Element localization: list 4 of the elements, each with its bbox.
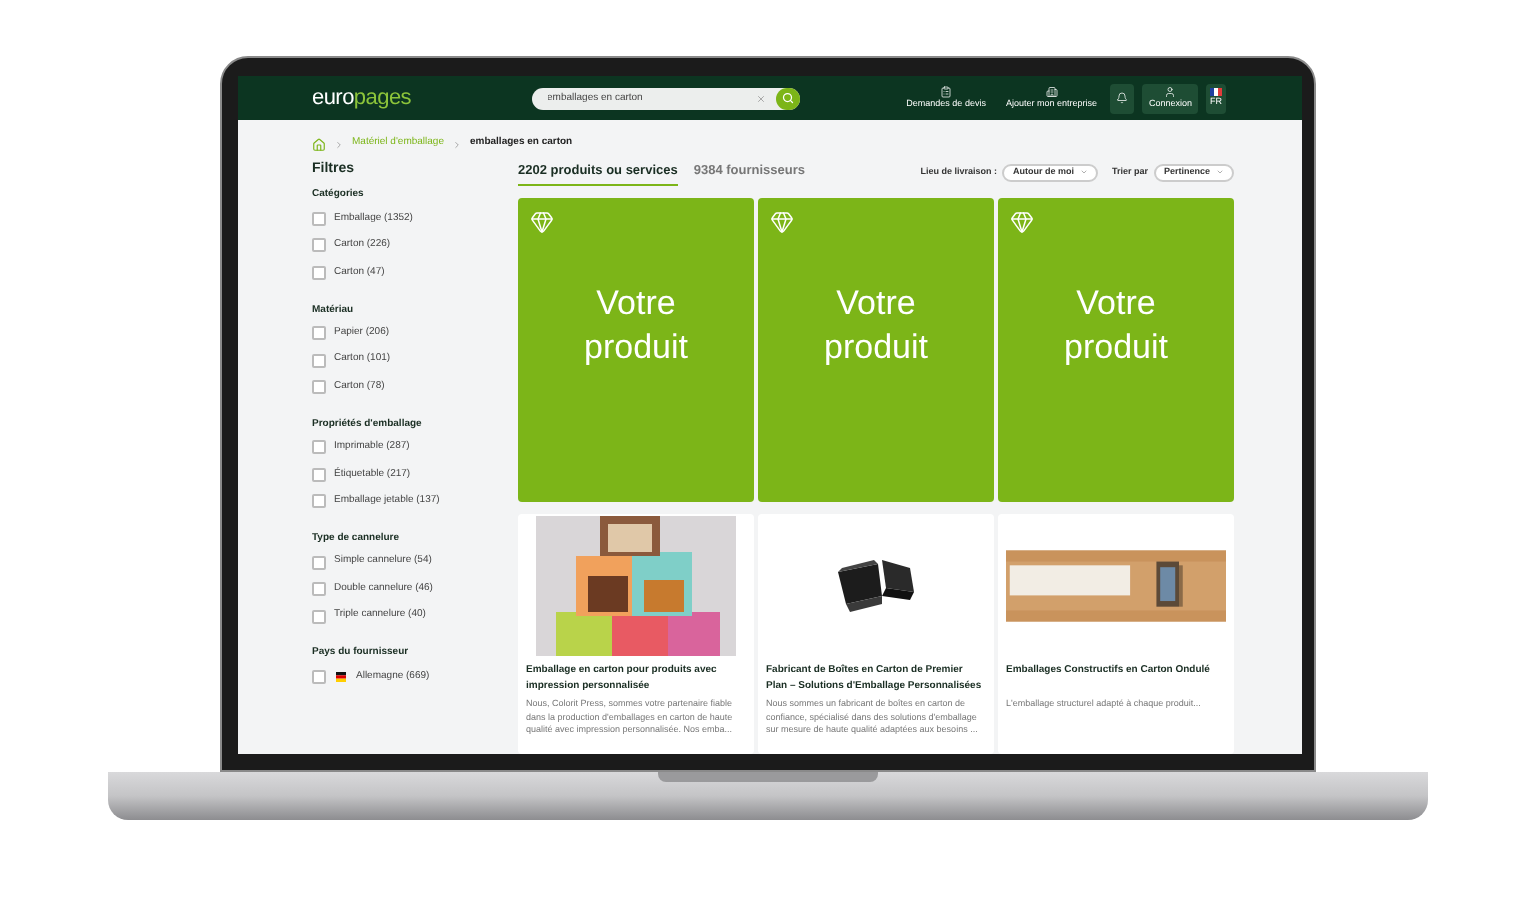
promo-text: Votre produit	[582, 282, 690, 370]
promo-text: Votre produit	[1062, 282, 1170, 370]
promo-text: Votre produit	[822, 282, 930, 370]
logo[interactable]: europages	[312, 87, 412, 109]
